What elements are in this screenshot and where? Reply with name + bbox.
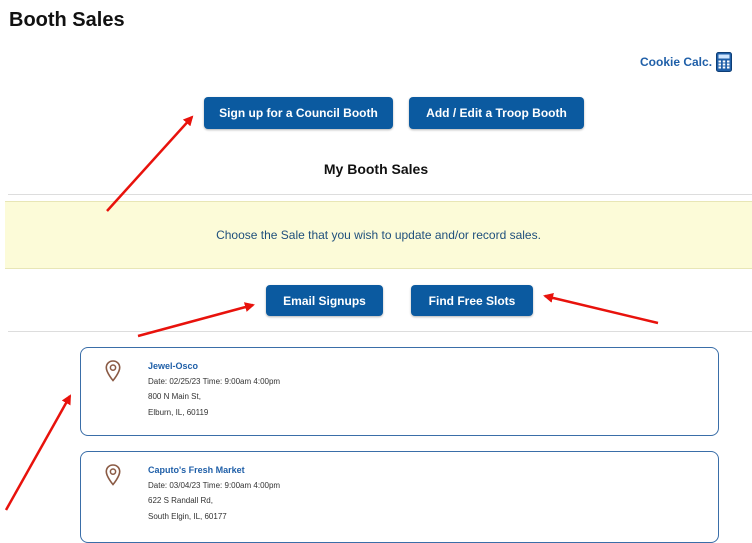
arrow-to-booth-card xyxy=(4,394,72,511)
booth-card[interactable]: Jewel-Osco Date: 02/25/23 Time: 9:00am 4… xyxy=(80,347,719,436)
location-pin-icon xyxy=(105,464,121,486)
cookie-calc-link[interactable]: Cookie Calc. xyxy=(640,52,733,72)
divider xyxy=(8,194,752,195)
booth-city: Elburn, IL, 60119 xyxy=(148,408,209,417)
troop-booth-button[interactable]: Add / Edit a Troop Booth xyxy=(409,97,584,129)
booth-date-time: Date: 03/04/23 Time: 9:00am 4:00pm xyxy=(148,481,281,490)
booth-street: 800 N Main St, xyxy=(148,392,201,401)
booth-name: Caputo's Fresh Market xyxy=(148,465,245,475)
calculator-icon xyxy=(716,52,733,72)
find-free-slots-button[interactable]: Find Free Slots xyxy=(411,285,533,316)
page-title: Booth Sales xyxy=(9,9,125,31)
instruction-text: Choose the Sale that you wish to update … xyxy=(216,228,541,242)
booth-street: 622 S Randall Rd, xyxy=(148,496,213,505)
council-booth-button[interactable]: Sign up for a Council Booth xyxy=(204,97,393,129)
divider xyxy=(8,331,752,332)
booth-card[interactable]: Caputo's Fresh Market Date: 03/04/23 Tim… xyxy=(80,451,719,543)
my-booth-sales-heading: My Booth Sales xyxy=(323,161,429,177)
arrow-to-slots-button xyxy=(543,292,659,325)
booth-name: Jewel-Osco xyxy=(148,361,199,371)
booth-date-time: Date: 02/25/23 Time: 9:00am 4:00pm xyxy=(148,377,281,386)
instruction-banner: Choose the Sale that you wish to update … xyxy=(5,201,752,269)
cookie-calc-label: Cookie Calc. xyxy=(640,55,713,69)
booth-city: South Elgin, IL, 60177 xyxy=(148,512,227,521)
email-signups-button[interactable]: Email Signups xyxy=(266,285,383,316)
location-pin-icon xyxy=(105,360,121,382)
